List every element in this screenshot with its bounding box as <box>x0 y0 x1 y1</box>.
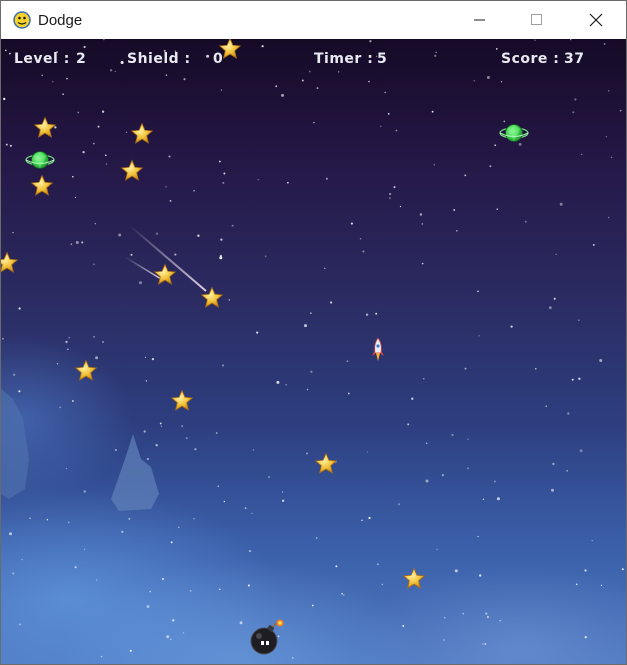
title-bar[interactable]: Dodge <box>1 1 626 39</box>
shield-label: Shield : <box>127 51 191 67</box>
gold-star-icon <box>1 252 18 273</box>
gold-star-icon <box>121 160 143 181</box>
window-title: Dodge <box>38 11 83 29</box>
gold-star-icon <box>131 123 153 144</box>
score-value: 37 <box>564 51 585 67</box>
green-gem-icon <box>25 150 55 170</box>
timer-label: Timer : <box>314 51 374 67</box>
timer-value: 5 <box>377 51 388 67</box>
gold-star-icon <box>154 264 176 285</box>
gold-star-icon <box>219 39 241 59</box>
game-window: Dodge Level: 2 Shield: 0 Timer: 5 Sco… <box>0 0 627 665</box>
close-button[interactable] <box>573 1 619 39</box>
meteor-streaks <box>1 224 207 511</box>
maximize-button[interactable] <box>514 1 560 39</box>
gold-star-icon <box>34 117 56 138</box>
pygame-snake-icon <box>13 11 31 29</box>
gold-star-icon <box>315 453 337 474</box>
maximize-icon <box>531 14 543 26</box>
gold-star-icon <box>75 360 97 381</box>
game-canvas[interactable]: Level : 2 Shield : 0 Timer : 5 Score : 3… <box>1 39 626 664</box>
level-value: 2 <box>76 51 87 67</box>
gold-star-icon <box>201 287 223 308</box>
level-label: Level : <box>14 51 70 67</box>
minimize-icon <box>474 14 486 26</box>
close-icon <box>589 13 603 27</box>
rock-formation <box>1 389 29 499</box>
green-gem-icon <box>499 123 529 143</box>
bomb-icon <box>250 619 284 655</box>
gold-star-icon <box>403 568 425 589</box>
gold-star-icon <box>31 175 53 196</box>
minimize-button[interactable] <box>457 1 503 39</box>
score-label: Score : <box>501 51 560 67</box>
rocket-icon[interactable] <box>371 337 385 363</box>
gold-star-icon <box>171 390 193 411</box>
rock-formation <box>111 434 159 511</box>
